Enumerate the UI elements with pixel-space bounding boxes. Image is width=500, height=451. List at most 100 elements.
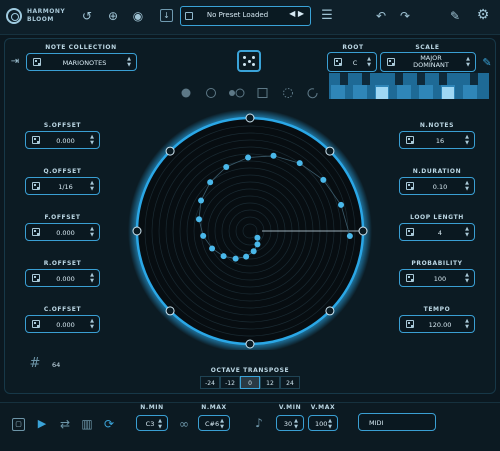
spin-icon[interactable]: ▲ ▼: [465, 272, 469, 284]
note-dot[interactable]: [207, 179, 214, 186]
s-offset-field[interactable]: 0.000 ▲ ▼: [25, 131, 100, 149]
piano-icon[interactable]: ▥: [80, 417, 94, 431]
dice-icon[interactable]: [387, 58, 395, 66]
n-duration-field[interactable]: 0.10 ▲ ▼: [399, 177, 475, 195]
spin-icon[interactable]: ▲ ▼: [90, 272, 94, 284]
dice-icon[interactable]: [406, 182, 414, 190]
preset-selector[interactable]: No Preset Loaded ◀ ▶: [180, 6, 311, 26]
spin-icon[interactable]: ▲ ▼: [127, 56, 131, 68]
empty-circle-icon[interactable]: [206, 88, 216, 98]
prev-arrow-icon[interactable]: ◀: [289, 9, 295, 18]
reset-icon[interactable]: ↺: [80, 9, 94, 23]
dice-icon[interactable]: [406, 228, 414, 236]
rotate-icon[interactable]: [307, 88, 318, 99]
note-dot[interactable]: [245, 154, 252, 161]
r-offset-field[interactable]: 0.000 ▲ ▼: [25, 269, 100, 287]
eye-icon[interactable]: ◉: [131, 9, 145, 23]
save-icon[interactable]: ↓: [160, 9, 173, 22]
note-dot[interactable]: [220, 253, 227, 260]
octave-option[interactable]: 24: [280, 376, 300, 389]
edit-scale-icon[interactable]: ✎: [480, 56, 494, 70]
n-max-field[interactable]: C#6 ▲ ▼: [198, 415, 230, 431]
spiral-sequencer[interactable]: [125, 110, 375, 350]
spin-icon[interactable]: ▲ ▼: [465, 134, 469, 146]
add-icon[interactable]: ⊕: [106, 9, 120, 23]
note-dot[interactable]: [209, 245, 216, 252]
note-dot[interactable]: [250, 248, 257, 255]
tempo-field[interactable]: 120.00 ▲ ▼: [399, 315, 475, 333]
dashed-circle-icon[interactable]: [283, 88, 293, 98]
spin-icon[interactable]: ▲ ▼: [158, 418, 162, 430]
note-dot[interactable]: [243, 253, 250, 260]
note-dot[interactable]: [232, 255, 239, 262]
spin-icon[interactable]: ▲ ▼: [328, 418, 332, 430]
next-arrow-icon[interactable]: ▶: [298, 9, 304, 18]
spin-icon[interactable]: ▲ ▼: [465, 318, 469, 330]
circle-handle[interactable]: [165, 146, 175, 156]
note-dot[interactable]: [200, 232, 207, 239]
note-dot[interactable]: [254, 234, 261, 241]
note-dot[interactable]: [270, 152, 277, 159]
spin-icon[interactable]: ▲ ▼: [90, 226, 94, 238]
dice-icon[interactable]: [32, 136, 40, 144]
spin-icon[interactable]: ▲ ▼: [465, 180, 469, 192]
spin-icon[interactable]: ▲ ▼: [90, 318, 94, 330]
root-select[interactable]: C ▲ ▼: [327, 52, 377, 72]
dice-icon[interactable]: [32, 182, 40, 190]
scale-select[interactable]: MAJOR DOMINANT ▲ ▼: [380, 52, 476, 72]
circle-handle[interactable]: [245, 113, 255, 123]
v-min-field[interactable]: 30 ▲ ▼: [276, 415, 304, 431]
grid-icon[interactable]: #: [28, 357, 42, 371]
randomize-dice-button[interactable]: [237, 50, 261, 72]
velocity-icon[interactable]: ♪: [252, 416, 266, 430]
loop-length-field[interactable]: 4 ▲ ▼: [399, 223, 475, 241]
spin-icon[interactable]: ▲ ▼: [90, 134, 94, 146]
dice-icon[interactable]: [406, 274, 414, 282]
brush-icon[interactable]: ✎: [448, 9, 462, 23]
spin-icon[interactable]: ▲ ▼: [367, 56, 371, 68]
note-dot[interactable]: [346, 232, 353, 239]
dice-icon[interactable]: [334, 58, 342, 66]
note-dot[interactable]: [223, 164, 230, 171]
note-dot[interactable]: [296, 160, 303, 167]
link-icon[interactable]: ∞: [177, 417, 191, 431]
circle-handle[interactable]: [325, 146, 335, 156]
octave-option[interactable]: -12: [220, 376, 240, 389]
dice-icon[interactable]: [406, 136, 414, 144]
dice-icon[interactable]: [32, 228, 40, 236]
spin-icon[interactable]: ▲ ▼: [465, 226, 469, 238]
circle-handle[interactable]: [358, 226, 368, 236]
note-collection-select[interactable]: MARIONOTES ▲ ▼: [26, 53, 137, 71]
q-offset-field[interactable]: 1/16 ▲ ▼: [25, 177, 100, 195]
spin-icon[interactable]: ▲ ▼: [466, 56, 470, 68]
note-dot[interactable]: [254, 241, 261, 248]
f-offset-field[interactable]: 0.000 ▲ ▼: [25, 223, 100, 241]
loop-icon[interactable]: ⟳: [102, 417, 116, 431]
input-icon[interactable]: ⇥: [8, 55, 22, 69]
double-dot-icon[interactable]: [229, 90, 235, 96]
square-icon[interactable]: [257, 88, 268, 98]
redo-icon[interactable]: ↷: [398, 9, 412, 23]
settings-icon[interactable]: ⚙: [476, 8, 490, 22]
dice-icon[interactable]: [32, 274, 40, 282]
dice-icon[interactable]: [185, 12, 193, 20]
circle-handle[interactable]: [165, 306, 175, 316]
note-dot[interactable]: [320, 176, 327, 183]
n-notes-field[interactable]: 16 ▲ ▼: [399, 131, 475, 149]
play-icon[interactable]: ▶: [35, 417, 49, 431]
octave-option[interactable]: 12: [260, 376, 280, 389]
midi-button[interactable]: MIDI: [358, 413, 436, 431]
circle-handle[interactable]: [325, 306, 335, 316]
spin-icon[interactable]: ▲ ▼: [294, 418, 298, 430]
circle-handle[interactable]: [245, 339, 255, 349]
scale-keyboard[interactable]: [329, 73, 489, 99]
record-icon[interactable]: ▢: [12, 418, 25, 431]
v-max-field[interactable]: 100 ▲ ▼: [308, 415, 338, 431]
undo-icon[interactable]: ↶: [374, 9, 388, 23]
circle-handle[interactable]: [132, 226, 142, 236]
probability-field[interactable]: 100 ▲ ▼: [399, 269, 475, 287]
menu-icon[interactable]: ☰: [320, 9, 334, 23]
note-dot[interactable]: [338, 201, 345, 208]
metronome-icon[interactable]: [406, 320, 414, 328]
octave-option[interactable]: -24: [200, 376, 220, 389]
